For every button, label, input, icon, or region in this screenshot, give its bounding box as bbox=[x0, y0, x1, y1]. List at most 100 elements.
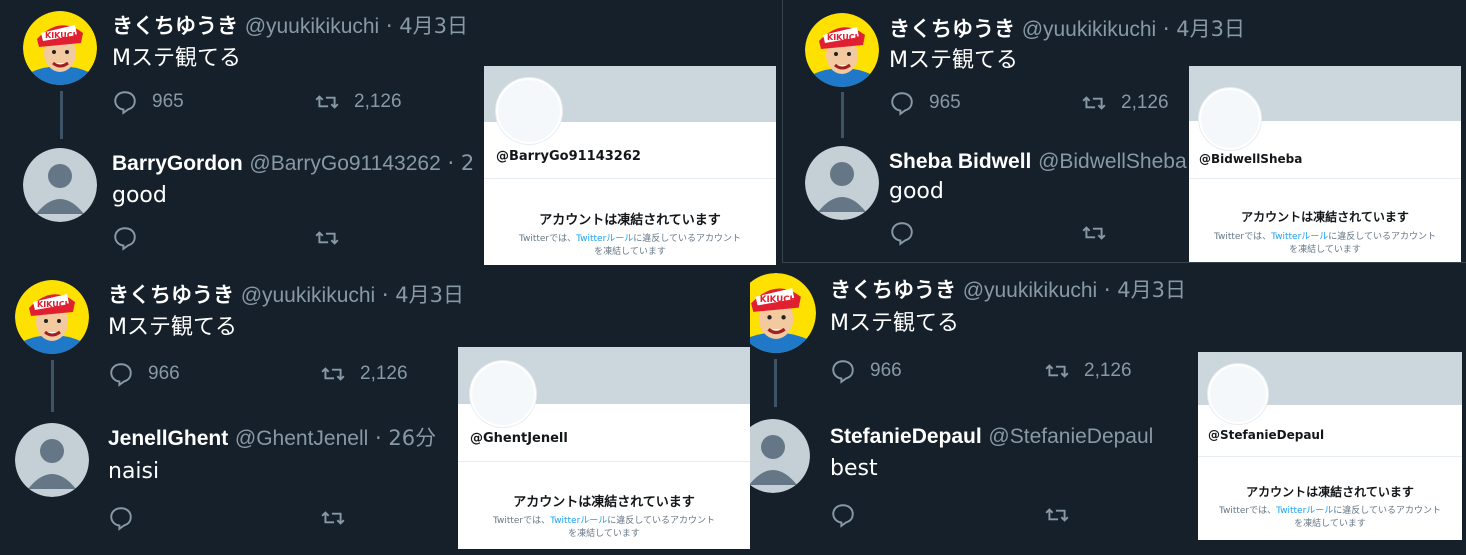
reply-button[interactable]: 966 bbox=[108, 361, 180, 387]
separator: · bbox=[447, 151, 455, 175]
retweet-button[interactable] bbox=[314, 225, 340, 251]
retweet-button[interactable]: 2,126 bbox=[1044, 358, 1132, 384]
reply-name[interactable]: BarryGordon bbox=[112, 152, 243, 175]
tweet-date[interactable]: 4月3日 bbox=[1176, 17, 1245, 41]
reply-handle[interactable]: @BarryGo91143262 bbox=[249, 152, 440, 175]
suspended-description: Twitterでは、Twitterルールに違反しているアカウント を凍結していま… bbox=[1213, 232, 1437, 255]
author-name[interactable]: きくちゆうき bbox=[112, 15, 238, 38]
tweet-text: Mステ観てる bbox=[108, 315, 237, 340]
retweet-button[interactable] bbox=[1044, 502, 1070, 528]
reply-count: 966 bbox=[870, 360, 902, 381]
reply-button[interactable]: 965 bbox=[889, 90, 961, 116]
svg-text:KIKUCHI: KIKUCHI bbox=[827, 33, 864, 42]
card-divider bbox=[1198, 456, 1462, 457]
reply-name[interactable]: StefanieDepaul bbox=[830, 425, 982, 448]
reply-name[interactable]: Sheba Bidwell bbox=[889, 150, 1031, 173]
reply-button[interactable] bbox=[108, 505, 134, 531]
suspended-title: アカウントは凍結されています bbox=[539, 213, 721, 228]
suspended-account-card: @StefanieDepaul アカウントは凍結されています Twitterでは… bbox=[1198, 352, 1462, 540]
thread-line bbox=[51, 360, 54, 412]
reply-icon bbox=[114, 227, 136, 251]
suspended-title: アカウントは凍結されています bbox=[1246, 485, 1414, 499]
retweet-button[interactable] bbox=[1081, 220, 1107, 246]
retweet-button[interactable] bbox=[320, 505, 346, 531]
author-name[interactable]: きくちゆうき bbox=[889, 18, 1015, 41]
panel-4: KIKUCHI きくちゆうき @yuukikikuchi · 4月3日 Mステ観… bbox=[750, 267, 1466, 555]
kikuchi-avatar-icon[interactable]: KIKUCHI bbox=[750, 273, 816, 353]
kikuchi-avatar-icon[interactable]: KIKUCHI bbox=[23, 11, 97, 85]
retweet-count: 2,126 bbox=[1084, 360, 1132, 381]
panel-2: KIKUCHI きくちゆうき @yuukikikuchi · 4月3日 Mステ観… bbox=[782, 0, 1466, 263]
tweet-date[interactable]: 4月3日 bbox=[399, 14, 468, 38]
author-handle[interactable]: @yuukikikuchi bbox=[1022, 18, 1157, 41]
tweet-header: きくちゆうき @yuukikikuchi · 4月3日 bbox=[112, 13, 468, 40]
default-avatar-icon[interactable] bbox=[750, 419, 810, 493]
reply-button[interactable] bbox=[112, 225, 138, 251]
kikuchi-avatar-icon[interactable]: KIKUCHI bbox=[15, 280, 89, 354]
card-avatar bbox=[1199, 88, 1261, 150]
separator: · bbox=[1162, 17, 1170, 41]
reply-text: best bbox=[830, 456, 878, 481]
reply-name[interactable]: JenellGhent bbox=[108, 427, 228, 450]
twitter-rules-link[interactable]: Twitterルール bbox=[1276, 506, 1333, 516]
thread-line bbox=[841, 92, 844, 138]
default-avatar-icon[interactable] bbox=[15, 423, 89, 497]
reply-header: JenellGhent @GhentJenell · 26分 bbox=[108, 425, 436, 452]
retweet-button[interactable]: 2,126 bbox=[320, 361, 408, 387]
tweet-date[interactable]: 4月3日 bbox=[395, 283, 464, 307]
reply-button[interactable] bbox=[889, 220, 915, 246]
author-name[interactable]: きくちゆうき bbox=[108, 284, 234, 307]
tweet-date[interactable]: 4月3日 bbox=[1117, 278, 1186, 302]
twitter-rules-link[interactable]: Twitterルール bbox=[1271, 232, 1328, 242]
reply-time[interactable]: 2 bbox=[461, 151, 474, 175]
reply-handle[interactable]: @StefanieDepaul bbox=[988, 425, 1153, 448]
suspended-account-card: @BarryGo91143262 アカウントは凍結されています Twitterで… bbox=[484, 66, 776, 265]
tweet-header: きくちゆうき @yuukikikuchi · 4月3日 bbox=[830, 277, 1186, 304]
author-handle[interactable]: @yuukikikuchi bbox=[963, 279, 1098, 302]
retweet-icon bbox=[315, 231, 339, 245]
card-divider bbox=[1189, 178, 1461, 179]
card-handle: @GhentJenell bbox=[470, 431, 568, 446]
retweet-count: 2,126 bbox=[1121, 92, 1169, 113]
retweet-count: 2,126 bbox=[360, 363, 408, 384]
separator: · bbox=[374, 426, 382, 450]
card-handle: @StefanieDepaul bbox=[1208, 428, 1325, 442]
reply-time[interactable]: 26分 bbox=[388, 426, 436, 450]
twitter-rules-link[interactable]: Twitterルール bbox=[550, 516, 607, 526]
reply-handle[interactable]: @GhentJenell bbox=[235, 427, 368, 450]
reply-count: 965 bbox=[152, 91, 184, 112]
reply-count: 966 bbox=[148, 363, 180, 384]
suspended-title: アカウントは凍結されています bbox=[513, 495, 695, 510]
suspended-account-card: @GhentJenell アカウントは凍結されています Twitterでは、Tw… bbox=[458, 347, 750, 549]
retweet-icon bbox=[321, 511, 345, 525]
card-divider bbox=[458, 461, 750, 462]
suspended-account-card: @BidwellSheba アカウントは凍結されています Twitterでは、T… bbox=[1189, 66, 1461, 262]
reply-handle[interactable]: @BidwellSheba bbox=[1038, 150, 1187, 173]
card-divider bbox=[484, 178, 776, 179]
reply-button[interactable] bbox=[830, 502, 856, 528]
reply-icon bbox=[891, 222, 913, 246]
reply-button[interactable]: 965 bbox=[112, 89, 184, 115]
default-avatar-icon[interactable] bbox=[23, 148, 97, 222]
reply-text: good bbox=[112, 183, 167, 208]
author-name[interactable]: きくちゆうき bbox=[830, 279, 956, 302]
retweet-icon bbox=[1045, 364, 1069, 378]
retweet-button[interactable]: 2,126 bbox=[1081, 90, 1169, 116]
suspended-description: Twitterでは、Twitterルールに違反しているアカウント を凍結していま… bbox=[518, 234, 742, 257]
retweet-count: 2,126 bbox=[354, 91, 402, 112]
author-handle[interactable]: @yuukikikuchi bbox=[241, 284, 376, 307]
reply-header: Sheba Bidwell @BidwellSheba bbox=[889, 148, 1187, 175]
reply-text: good bbox=[889, 179, 944, 204]
retweet-icon bbox=[315, 95, 339, 109]
reply-button[interactable]: 966 bbox=[830, 358, 902, 384]
default-avatar-icon[interactable] bbox=[805, 146, 879, 220]
retweet-button[interactable]: 2,126 bbox=[314, 89, 402, 115]
svg-text:KIKUCHI: KIKUCHI bbox=[37, 300, 74, 309]
tweet-text: Mステ観てる bbox=[112, 46, 241, 71]
twitter-rules-link[interactable]: Twitterルール bbox=[576, 234, 633, 244]
separator: · bbox=[381, 283, 389, 307]
author-handle[interactable]: @yuukikikuchi bbox=[245, 15, 380, 38]
retweet-icon bbox=[1082, 96, 1106, 110]
kikuchi-avatar-icon[interactable]: KIKUCHI bbox=[805, 13, 879, 87]
reply-count: 965 bbox=[929, 92, 961, 113]
